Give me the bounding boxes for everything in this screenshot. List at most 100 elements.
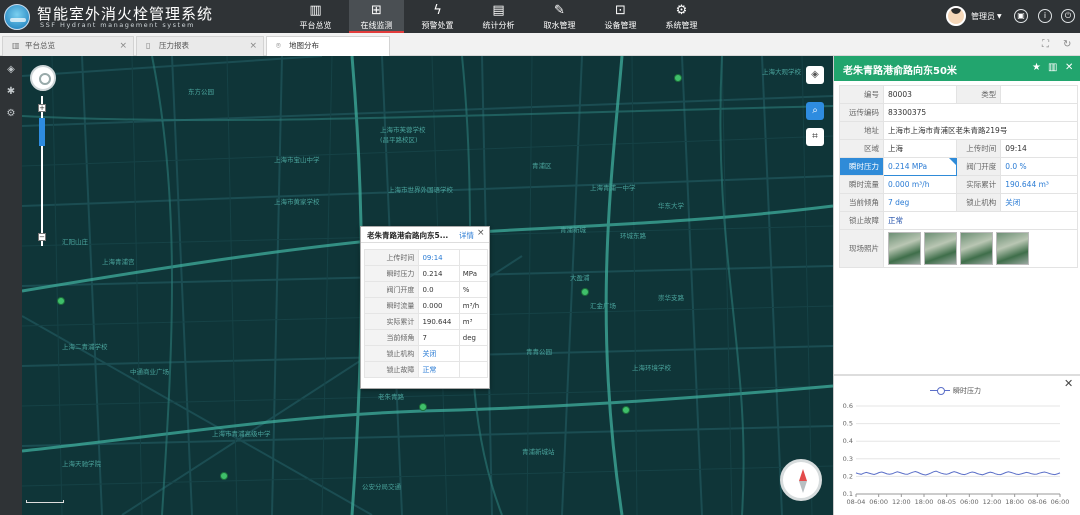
search-icon[interactable]: ⌕ [806, 102, 824, 120]
map-place-label: 青浦新城站 [522, 448, 555, 456]
layers-icon[interactable]: ◈ [5, 64, 17, 76]
y-tick-label: 0.5 [843, 420, 853, 428]
table-row: 瞬时压力 0.214 MPa [363, 265, 489, 282]
avatar [946, 6, 966, 26]
hydrant-marker[interactable] [419, 403, 427, 411]
layers-icon[interactable]: ◈ [806, 66, 824, 84]
hydrant-marker[interactable] [622, 406, 630, 414]
tab-bar: ▥ 平台总览 × ▯ 压力报表 × ⌾ 地图分布 ⛶ ↻ [0, 33, 1080, 56]
y-tick-label: 0.6 [843, 402, 853, 410]
settings-icon[interactable]: ⚙ [5, 108, 17, 120]
legend-line-icon [930, 387, 950, 395]
table-row: 锁止故障 正常 [363, 361, 489, 378]
zoom-in-button[interactable]: + [38, 104, 46, 112]
map-place-label: 老朱青路 [378, 393, 404, 401]
fullscreen-icon[interactable]: ⛶ [1042, 39, 1049, 50]
map-place-label: 上海大观学校 [762, 68, 801, 76]
hydrant-marker[interactable] [220, 472, 228, 480]
map-place-label: 上海市黄家学校 [274, 198, 320, 206]
panel-title: 老朱青路港俞路向东50米 [843, 66, 957, 77]
gear-icon: ⚙ [675, 3, 688, 18]
bar-chart-icon[interactable]: ▥ [1048, 62, 1057, 73]
chevron-down-icon: ▼ [997, 12, 1002, 20]
hydrant-marker[interactable] [57, 297, 65, 305]
popup-detail-link[interactable]: 详情 [459, 230, 474, 241]
table-row: 地址 上海市上海市青浦区老朱青路219号 [839, 121, 1078, 140]
close-icon[interactable]: × [477, 228, 485, 238]
edit-icon: ✎ [554, 3, 565, 18]
table-row: 实际累计 190.644 m³ [363, 313, 489, 330]
zoom-handle[interactable] [39, 118, 45, 146]
hydrant-marker[interactable] [674, 74, 682, 82]
table-row: 区域 上海 上传时间 09:14 [839, 139, 1078, 158]
site-photo[interactable] [960, 232, 993, 265]
table-row: 锁止机构 关闭 [363, 345, 489, 362]
map-view[interactable]: 上海市芙蓉学校 (昌平路校区) 上海市宝山中学 上海市世界外国语学校 青浦新城 上海青浦一… [22, 56, 833, 515]
nav-overview[interactable]: ▥ 平台总览 [288, 0, 343, 33]
table-row: 瞬时流量 0.000 m³/h [363, 297, 489, 314]
left-toolbar: ◈ ✱ ⚙ [0, 56, 22, 515]
info-icon[interactable]: i [1038, 9, 1052, 23]
tab-map-distribution[interactable]: ⌾ 地图分布 [266, 36, 390, 56]
site-photo[interactable] [996, 232, 1029, 265]
nav-statistics[interactable]: ▤ 统计分析 [471, 0, 526, 33]
lightning-icon: ϟ [433, 3, 442, 18]
hydrant-marker[interactable] [581, 288, 589, 296]
map-place-label: 青浦区 [532, 162, 552, 170]
nav-system[interactable]: ⚙ 系统管理 [654, 0, 709, 33]
nav-online-monitor[interactable]: ⊞ 在线监测 [349, 0, 404, 33]
lock-icon: ⊡ [615, 3, 626, 18]
map-place-label: 上海市宝山中学 [274, 156, 320, 164]
x-tick-label: 08-05 [937, 498, 956, 506]
zoom-out-button[interactable]: − [38, 233, 46, 241]
y-tick-label: 0.3 [843, 455, 853, 463]
nav-device[interactable]: ⊡ 设备管理 [593, 0, 648, 33]
popup-table: 上传时间 09:14 瞬时压力 0.214 MPa 阀门开度 0.0% 瞬时流量 0.00… [363, 249, 489, 378]
refresh-icon[interactable]: ↻ [1063, 39, 1071, 50]
y-tick-label: 0.2 [843, 472, 853, 480]
top-header: 智能室外消火栓管理系统 SSF Hydrant management syste… [0, 0, 1080, 33]
app-subtitle: SSF Hydrant management system [40, 21, 195, 29]
bar-chart-icon: ▥ [12, 41, 20, 50]
table-row: 当前倾角 7 deg [363, 329, 489, 346]
navigation-control[interactable] [30, 65, 56, 91]
site-photo[interactable] [924, 232, 957, 265]
map-pin-icon: ⌾ [276, 41, 281, 50]
compass-icon[interactable] [780, 459, 822, 501]
close-icon[interactable]: ✕ [1065, 62, 1073, 73]
tab-overview[interactable]: ▥ 平台总览 × [2, 36, 134, 56]
divider [834, 374, 1080, 376]
x-tick-label: 06:00 [1051, 498, 1070, 506]
table-row: 当前倾角 7 deg 锁止机构 关闭 [839, 193, 1078, 212]
star-icon[interactable]: ★ [1032, 62, 1041, 73]
palette-icon[interactable]: ✱ [5, 86, 17, 98]
nav-alert[interactable]: ϟ 预警处置 [410, 0, 465, 33]
map-place-label: 东方公园 [188, 88, 214, 96]
map-place-label: 上海市青浦高级中学 [212, 430, 271, 438]
user-menu[interactable]: 管理员 ▼ [946, 6, 1002, 26]
zoom-slider[interactable]: + − [38, 96, 46, 246]
bar-chart-icon: ▥ [309, 3, 322, 18]
x-tick-label: 18:00 [915, 498, 934, 506]
popup-header: 老朱青路港俞路向东5... 详情 × [361, 227, 489, 243]
table-row: 编号 80003 类型 [839, 85, 1078, 104]
x-tick-label: 08-06 [1028, 498, 1047, 506]
user-name: 管理员 [971, 11, 995, 21]
chart-legend[interactable]: 瞬时压力 [930, 386, 981, 396]
close-icon[interactable]: ✕ [1064, 377, 1073, 390]
map-place-label: 上海天驰学院 [62, 460, 101, 468]
crop-icon[interactable]: ⌗ [806, 128, 824, 146]
close-icon[interactable]: × [249, 37, 257, 55]
pressure-label-selected[interactable]: 瞬时压力 [839, 157, 884, 176]
main-nav: ▥ 平台总览 ⊞ 在线监测 ϟ 预警处置 ▤ 统计分析 ✎ 取水管理 ⊡ 设备管理 ⚙ 系统管… [288, 0, 715, 33]
map-place-label: 汇阳山庄 [62, 238, 88, 246]
power-icon[interactable]: ⏻ [1061, 9, 1075, 23]
save-icon[interactable]: ▣ [1014, 9, 1028, 23]
close-icon[interactable]: × [119, 37, 127, 55]
site-photo[interactable] [888, 232, 921, 265]
x-tick-label: 06:00 [960, 498, 979, 506]
hydrant-info-table: 编号 80003 类型 远传编码 83300375 地址 上海市上海市青浦区老朱… [839, 85, 1078, 268]
x-tick-label: 06:00 [869, 498, 888, 506]
tab-pressure-report[interactable]: ▯ 压力报表 × [136, 36, 264, 56]
nav-water-intake[interactable]: ✎ 取水管理 [532, 0, 587, 33]
